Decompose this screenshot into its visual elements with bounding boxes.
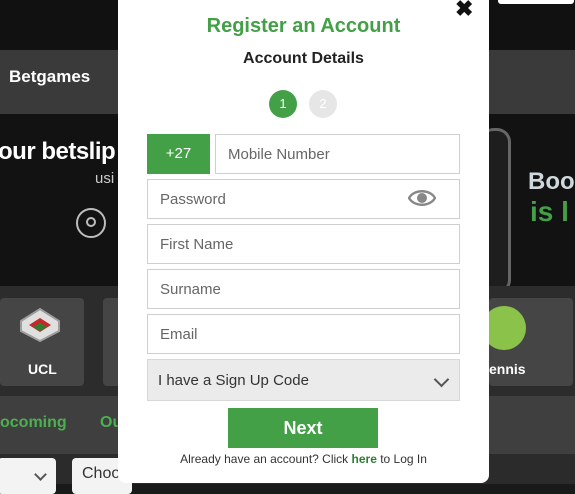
banner-right-headline: Boo <box>528 168 575 195</box>
top-bar-indicator <box>528 0 574 4</box>
banner-subtext: usi <box>95 170 115 187</box>
surname-field[interactable]: Surname <box>147 269 460 309</box>
show-password-eye-icon[interactable] <box>408 188 436 208</box>
brand-logo[interactable]: Betgames <box>9 67 90 87</box>
email-field[interactable]: Email <box>147 314 460 354</box>
sport-label-tennis: ennis <box>489 361 526 377</box>
modal-title: Register an Account <box>206 15 401 37</box>
country-code-button[interactable]: +27 <box>147 134 210 174</box>
whatsapp-icon <box>76 208 106 238</box>
modal-subtitle: Account Details <box>243 50 364 67</box>
next-button[interactable]: Next <box>228 408 378 448</box>
ucl-badge-icon <box>20 307 60 343</box>
login-prompt: Already have an account? Click here to L… <box>118 452 489 466</box>
first-name-field[interactable]: First Name <box>147 224 460 264</box>
mobile-number-field[interactable]: Mobile Number <box>215 134 460 174</box>
login-prefix-text: Already have an account? Click <box>180 452 352 466</box>
tab-upcoming[interactable]: ocoming <box>0 414 67 432</box>
banner-headline: our betslip <box>0 138 116 165</box>
sport-label-ucl: UCL <box>28 361 57 377</box>
step-indicator-1: 1 <box>269 90 297 118</box>
login-here-link[interactable]: here <box>352 452 377 466</box>
step-indicator-2: 2 <box>309 90 337 118</box>
login-suffix-text: to Log In <box>376 452 427 466</box>
signup-code-select[interactable]: I have a Sign Up Code <box>147 359 460 401</box>
chevron-down-icon <box>34 468 47 481</box>
banner-right-subheadline: is l <box>530 196 569 227</box>
filter-select-left[interactable] <box>0 458 56 494</box>
